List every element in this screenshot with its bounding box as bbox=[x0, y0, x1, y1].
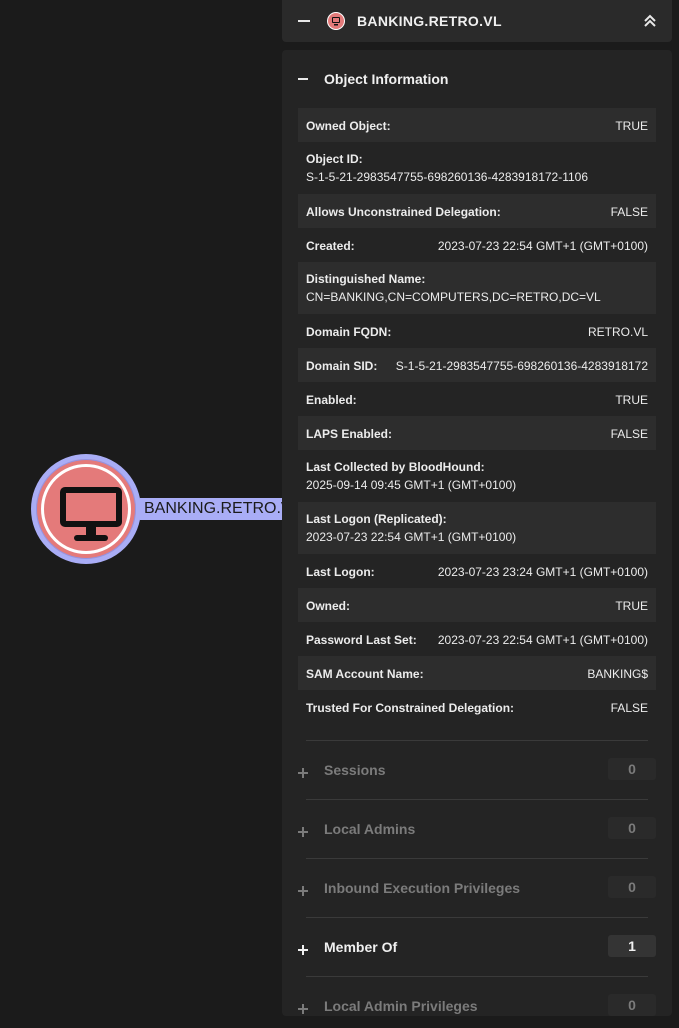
property-label: Last Logon (Replicated): bbox=[306, 512, 447, 526]
accordion-local-admin-privileges[interactable]: Local Admin Privileges 0 bbox=[282, 976, 672, 1016]
property-value: 2023-07-23 23:24 GMT+1 (GMT+0100) bbox=[437, 565, 648, 579]
property-row: Domain SID: S-1-5-21-2983547755-698260136… bbox=[298, 348, 656, 382]
panel-title: BANKING.RETRO.VL bbox=[357, 13, 502, 29]
property-row: Enabled: TRUE bbox=[298, 382, 656, 416]
property-list: Owned Object: TRUE Object ID: S-1-5-21-2983… bbox=[298, 108, 656, 724]
property-label: Password Last Set: bbox=[306, 633, 417, 647]
property-label: Created: bbox=[306, 239, 355, 253]
property-label: Last Collected by BloodHound: bbox=[306, 460, 485, 474]
property-label: SAM Account Name: bbox=[306, 667, 424, 681]
property-label: Domain FQDN: bbox=[306, 325, 392, 339]
property-value: 2023-07-23 22:54 GMT+1 (GMT+0100) bbox=[306, 530, 517, 544]
computer-icon bbox=[60, 487, 122, 541]
property-label: Allows Unconstrained Delegation: bbox=[306, 205, 501, 219]
count-badge: 0 bbox=[608, 817, 656, 839]
collapse-panel-button[interactable] bbox=[298, 20, 310, 22]
property-label: Last Logon: bbox=[306, 565, 375, 579]
computer-icon bbox=[327, 12, 345, 30]
property-value: S-1-5-21-2983547755-698260136-4283918172… bbox=[306, 170, 589, 184]
property-row: LAPS Enabled: FALSE bbox=[298, 416, 656, 450]
accordion-local-admins[interactable]: Local Admins 0 bbox=[282, 799, 672, 858]
accordion-member-of[interactable]: Member Of 1 bbox=[282, 917, 672, 976]
accordion-label: Local Admins bbox=[324, 821, 416, 837]
property-row: Allows Unconstrained Delegation: FALSE bbox=[298, 194, 656, 228]
count-badge: 1 bbox=[608, 935, 656, 957]
property-row: Last Collected by BloodHound: 2025-09-14 … bbox=[298, 450, 656, 502]
count-badge: 0 bbox=[608, 758, 656, 780]
entity-panel: BANKING.RETRO.VL Object Information Owne… bbox=[282, 0, 672, 1016]
node-label: BANKING.RETRO.VL bbox=[140, 498, 290, 520]
property-label: Owned: bbox=[306, 599, 350, 613]
property-row: Created: 2023-07-23 22:54 GMT+1 (GMT+0100… bbox=[298, 228, 656, 262]
property-label: Owned Object: bbox=[306, 119, 391, 133]
accordion-inbound-execution-privileges[interactable]: Inbound Execution Privileges 0 bbox=[282, 858, 672, 917]
plus-icon bbox=[298, 886, 308, 896]
property-value: 2025-09-14 09:45 GMT+1 (GMT+0100) bbox=[306, 478, 517, 492]
property-value: TRUE bbox=[615, 393, 648, 407]
property-row: Password Last Set: 2023-07-23 22:54 GMT+1… bbox=[298, 622, 656, 656]
property-value: RETRO.VL bbox=[587, 325, 648, 339]
plus-icon bbox=[298, 768, 308, 778]
property-value: 2023-07-23 22:54 GMT+1 (GMT+0100) bbox=[437, 239, 648, 253]
divider bbox=[306, 799, 648, 800]
panel-header: BANKING.RETRO.VL bbox=[282, 0, 672, 42]
accordion-label: Member Of bbox=[324, 939, 398, 955]
property-label: Distinguished Name: bbox=[306, 272, 426, 286]
property-label: Trusted For Constrained Delegation: bbox=[306, 701, 515, 715]
property-row: Last Logon (Replicated): 2023-07-23 22:54… bbox=[298, 502, 656, 554]
accordion-label: Local Admin Privileges bbox=[324, 998, 478, 1014]
accordion-label: Sessions bbox=[324, 762, 386, 778]
property-row: Owned: TRUE bbox=[298, 588, 656, 622]
section-title: Object Information bbox=[324, 71, 449, 87]
property-value: TRUE bbox=[615, 119, 648, 133]
property-value: TRUE bbox=[615, 599, 648, 613]
plus-icon bbox=[298, 1004, 308, 1014]
property-row: Owned Object: TRUE bbox=[298, 108, 656, 142]
object-information-header[interactable]: Object Information bbox=[282, 50, 672, 106]
divider bbox=[306, 976, 648, 977]
property-row: Last Logon: 2023-07-23 23:24 GMT+1 (GMT+0… bbox=[298, 554, 656, 588]
computer-node[interactable] bbox=[31, 454, 141, 564]
property-row: Domain FQDN: RETRO.VL bbox=[298, 314, 656, 348]
count-badge: 0 bbox=[608, 994, 656, 1016]
chevron-double-up-icon[interactable] bbox=[644, 14, 656, 28]
property-label: LAPS Enabled: bbox=[306, 427, 393, 441]
property-value: BANKING$ bbox=[587, 667, 648, 681]
property-value: FALSE bbox=[610, 205, 648, 219]
divider bbox=[306, 740, 648, 741]
property-row: SAM Account Name: BANKING$ bbox=[298, 656, 656, 690]
plus-icon bbox=[298, 945, 308, 955]
property-label: Enabled: bbox=[306, 393, 357, 407]
property-value: FALSE bbox=[610, 701, 648, 715]
plus-icon bbox=[298, 827, 308, 837]
accordion-sessions[interactable]: Sessions 0 bbox=[282, 740, 672, 799]
property-value: CN=BANKING,CN=COMPUTERS,DC=RETRO,DC=VL bbox=[306, 290, 601, 304]
property-row: Object ID: S-1-5-21-2983547755-698260136-… bbox=[298, 142, 656, 194]
minus-icon bbox=[298, 78, 308, 80]
property-value: 2023-07-23 22:54 GMT+1 (GMT+0100) bbox=[437, 633, 648, 647]
property-row: Trusted For Constrained Delegation: FALSE bbox=[298, 690, 656, 724]
property-label: Object ID: bbox=[306, 152, 363, 166]
property-row: Distinguished Name: CN=BANKING,CN=COMPUTE… bbox=[298, 262, 656, 314]
property-value: FALSE bbox=[610, 427, 648, 441]
divider bbox=[306, 858, 648, 859]
property-label: Domain SID: bbox=[306, 359, 378, 373]
panel-body[interactable]: Object Information Owned Object: TRUE Obje… bbox=[282, 50, 672, 1016]
divider bbox=[306, 917, 648, 918]
count-badge: 0 bbox=[608, 876, 656, 898]
accordion-label: Inbound Execution Privileges bbox=[324, 880, 521, 896]
property-value: S-1-5-21-2983547755-698260136-4283918172 bbox=[395, 359, 648, 373]
